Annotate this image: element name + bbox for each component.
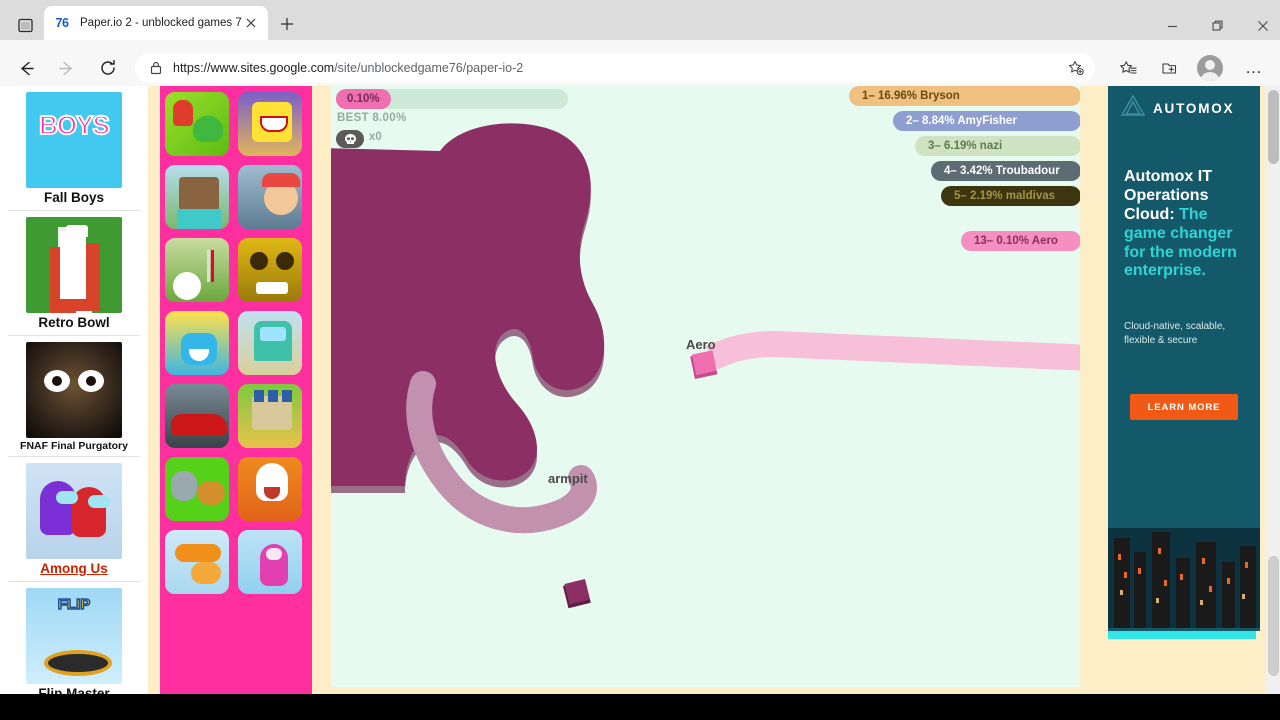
hud-kill-count: x0 xyxy=(369,131,382,143)
grid-row xyxy=(163,90,309,158)
browser-scrollbar[interactable] xyxy=(1266,86,1280,694)
window-close-button[interactable] xyxy=(1245,14,1280,38)
tab-list-icon[interactable] xyxy=(12,12,38,38)
game-canvas[interactable]: Aero armpit 0.10% BEST 8.00% x0 1– 16.96… xyxy=(331,86,1080,687)
advertisement-panel[interactable]: AUTOMOX Automox IT Operations Cloud: The… xyxy=(1108,86,1260,631)
player-square-aero xyxy=(688,349,719,380)
window-minimize-button[interactable] xyxy=(1154,14,1190,38)
sidebar-item-label: Flip Master xyxy=(38,686,110,694)
grid-row xyxy=(163,382,309,450)
among-us-visor-icon xyxy=(56,491,78,505)
more-options-icon[interactable]: … xyxy=(1240,54,1268,82)
grid-game-tile[interactable] xyxy=(236,309,304,377)
browser-window: 76 Paper.io 2 - unblocked games 76 https… xyxy=(0,0,1280,694)
sidebar-item-retro-bowl[interactable]: Retro Bowl xyxy=(8,211,140,336)
grid-game-tile[interactable] xyxy=(163,455,231,523)
leaderboard-row: 3– 6.19% nazi xyxy=(915,136,1080,156)
scrollbar-thumb[interactable] xyxy=(1268,90,1279,164)
leaderboard-row: 5– 2.19% maldivas xyxy=(941,186,1080,206)
sidebar-item-among-us[interactable]: Among Us xyxy=(8,457,140,583)
browser-titlebar: 76 Paper.io 2 - unblocked games 76 xyxy=(0,0,1280,40)
grid-game-tile[interactable] xyxy=(163,236,231,304)
leaderboard-row: 2– 8.84% AmyFisher xyxy=(893,111,1080,131)
sidebar-thumbnail xyxy=(26,341,122,438)
sidebar-games-list: Fall Boys Retro Bowl FNAF Final Purgatory A… xyxy=(0,86,148,694)
forward-arrow-icon xyxy=(52,54,80,82)
favorites-list-icon[interactable] xyxy=(1114,54,1142,82)
collections-icon[interactable] xyxy=(1155,54,1183,82)
back-arrow-icon[interactable] xyxy=(12,54,40,82)
grid-game-tile[interactable] xyxy=(163,163,231,231)
tab-close-icon[interactable] xyxy=(242,14,260,32)
browser-tab[interactable]: 76 Paper.io 2 - unblocked games 76 xyxy=(44,6,268,40)
leaderboard: 1– 16.96% Bryson 2– 8.84% AmyFisher 3– 6.1… xyxy=(821,86,1080,256)
grid-game-tile[interactable] xyxy=(236,528,304,596)
ad-subtext: Cloud-native, scalable, flexible & secur… xyxy=(1124,321,1226,346)
grid-game-tile[interactable] xyxy=(236,163,304,231)
scrollbar-thumb-secondary[interactable] xyxy=(1268,556,1279,676)
hud-best-score: BEST 8.00% xyxy=(337,112,407,124)
game-thumbnail-grid xyxy=(160,86,312,694)
sidebar-item-fall-boys[interactable]: Fall Boys xyxy=(8,86,140,211)
sidebar-item-fnaf-final-purgatory[interactable]: FNAF Final Purgatory xyxy=(8,336,140,458)
ad-headline: Automox IT Operations Cloud: The game ch… xyxy=(1124,168,1246,281)
sidebar-thumbnail xyxy=(26,216,122,313)
screenshot-root: 76 Paper.io 2 - unblocked games 76 https… xyxy=(0,0,1280,720)
leaderboard-row: 1– 16.96% Bryson xyxy=(849,86,1080,106)
grid-row xyxy=(163,309,309,377)
grid-game-tile[interactable] xyxy=(236,382,304,450)
ad-image xyxy=(1108,528,1260,628)
sidebar-item-label: Fall Boys xyxy=(43,190,105,205)
automox-triangle-logo-icon xyxy=(1120,94,1146,123)
grid-game-tile[interactable] xyxy=(163,90,231,158)
grid-game-tile[interactable] xyxy=(236,236,304,304)
player-name-armpit: armpit xyxy=(548,471,588,486)
grid-game-tile[interactable] xyxy=(236,90,304,158)
player-name-aero: Aero xyxy=(686,337,716,352)
page-viewport: Fall Boys Retro Bowl FNAF Final Purgatory A… xyxy=(0,86,1280,694)
sidebar-thumbnail xyxy=(26,588,122,685)
new-tab-button[interactable] xyxy=(276,13,298,35)
ad-brand: AUTOMOX xyxy=(1153,100,1235,116)
url-path: /site/unblockedgame76/paper-io-2 xyxy=(334,61,524,75)
ad-logo: AUTOMOX xyxy=(1120,94,1248,122)
sidebar-thumbnail xyxy=(26,463,122,560)
sidebar-item-flip-master[interactable]: Flip Master xyxy=(8,582,140,694)
sidebar-item-label: Among Us xyxy=(40,561,108,577)
lock-icon xyxy=(147,61,165,75)
skull-icon xyxy=(336,130,364,148)
reload-icon[interactable] xyxy=(94,54,122,82)
ad-bottom-accent-bar xyxy=(1108,631,1256,639)
grid-game-tile[interactable] xyxy=(236,455,304,523)
window-restore-button[interactable] xyxy=(1200,14,1236,38)
sidebar-item-label: Retro Bowl xyxy=(38,314,110,330)
address-bar[interactable]: https://www.sites.google.com/site/unbloc… xyxy=(135,53,1095,83)
sidebar-thumbnail xyxy=(26,92,122,188)
leaderboard-row: 4– 3.42% Troubadour xyxy=(931,161,1080,181)
player-square-armpit xyxy=(560,577,592,609)
leaderboard-row: 13– 0.10% Aero xyxy=(961,231,1080,251)
trail-aero xyxy=(705,330,1080,371)
grid-game-tile[interactable] xyxy=(163,528,231,596)
grid-row xyxy=(163,163,309,231)
profile-avatar-icon[interactable] xyxy=(1197,55,1223,81)
tab-favicon: 76 xyxy=(55,16,69,30)
grid-row xyxy=(163,455,309,523)
territory-armpit xyxy=(331,123,605,486)
grid-game-tile[interactable] xyxy=(163,382,231,450)
grid-row xyxy=(163,236,309,304)
ad-learn-more-button[interactable]: LEARN MORE xyxy=(1130,394,1238,420)
grid-game-tile[interactable] xyxy=(163,309,231,377)
tab-title: Paper.io 2 - unblocked games 76 xyxy=(80,17,242,29)
add-favorite-icon[interactable] xyxy=(1065,57,1087,79)
grid-row xyxy=(163,528,309,596)
hud-percent: 0.10% xyxy=(336,89,391,109)
sidebar-item-label: FNAF Final Purgatory xyxy=(20,439,128,452)
url-host: https://www.sites.google.com xyxy=(173,61,335,75)
address-bar-url: https://www.sites.google.com/site/unbloc… xyxy=(173,61,523,75)
